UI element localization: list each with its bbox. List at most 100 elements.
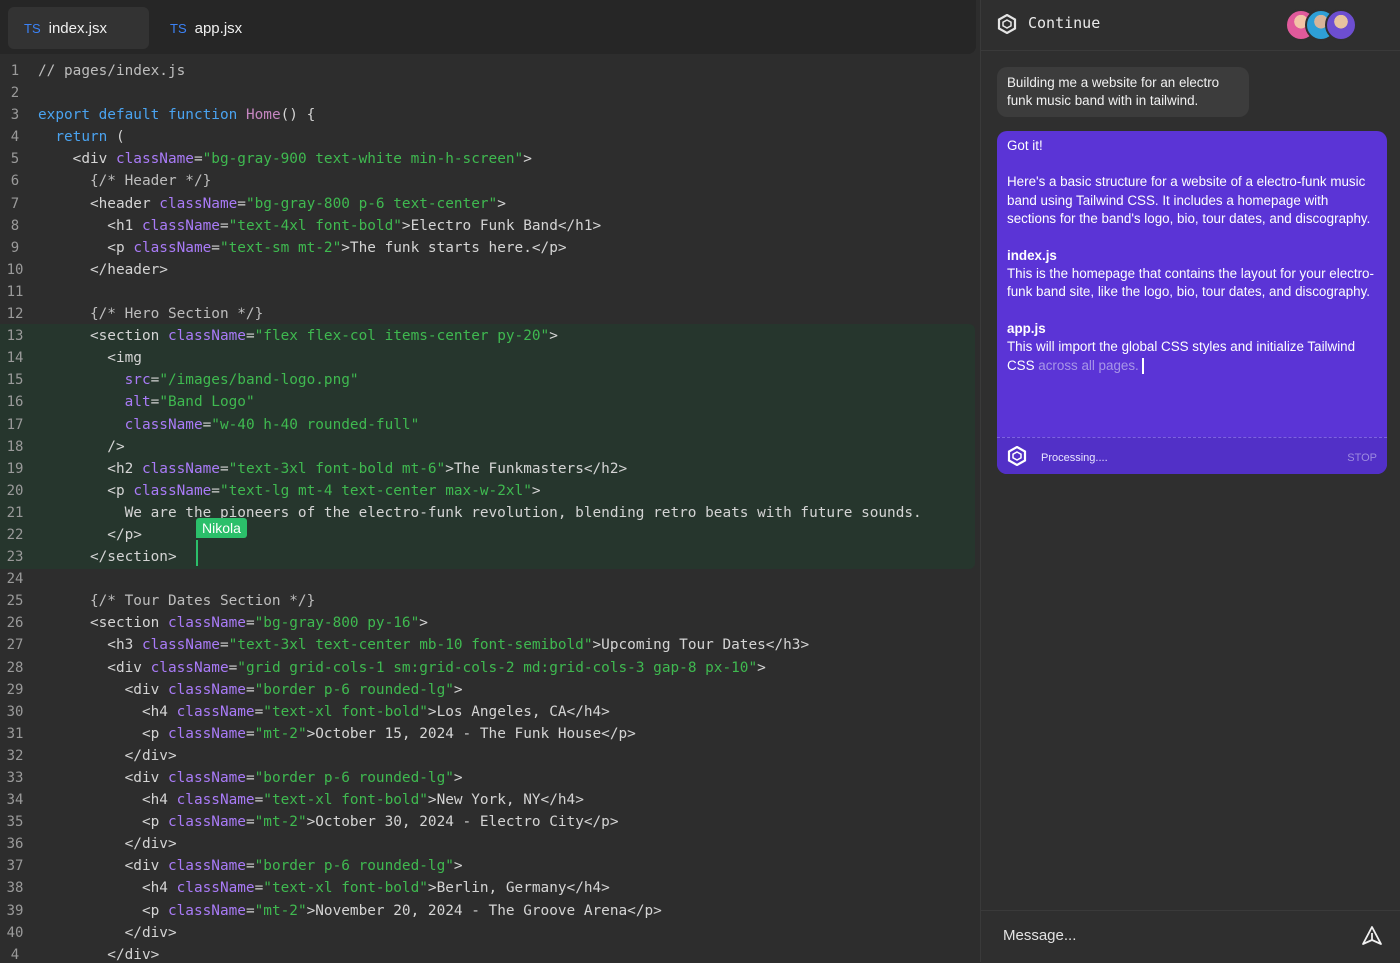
code-text[interactable]: </p> (38, 524, 142, 546)
code-line[interactable]: 15 src="/images/band-logo.png" (0, 369, 980, 391)
code-line[interactable]: 38 <h4 className="text-xl font-bold">Ber… (0, 877, 980, 899)
code-line[interactable]: 17 className="w-40 h-40 rounded-full" (0, 414, 980, 436)
code-line[interactable]: 33 <div className="border p-6 rounded-lg… (0, 767, 980, 789)
code-line[interactable]: 1 // pages/index.js (0, 60, 980, 82)
code-area[interactable]: 1// pages/index.js 2 3 export default funct… (0, 60, 980, 962)
code-line[interactable]: 12 {/* Hero Section */} (0, 303, 980, 325)
line-number: 26 (6, 615, 24, 632)
continue-logo-icon (997, 14, 1017, 34)
chat-header: Continue (981, 0, 1400, 51)
code-line[interactable]: 25 {/* Tour Dates Section */} (0, 590, 980, 612)
code-text[interactable]: className="w-40 h-40 rounded-full" (38, 414, 420, 436)
code-line[interactable]: 37 <div className="border p-6 rounded-lg… (0, 855, 980, 877)
code-text[interactable]: <section className="flex flex-col items-… (38, 325, 558, 347)
code-line[interactable]: 26 <section className="bg-gray-800 py-16… (0, 612, 980, 634)
code-line[interactable]: 4 return ( (0, 126, 980, 148)
tab-app-jsx[interactable]: TS app.jsx (154, 7, 274, 49)
code-line[interactable]: 27 <h3 className="text-3xl text-center m… (0, 634, 980, 656)
code-text[interactable]: alt="Band Logo" (38, 391, 255, 413)
code-text[interactable]: <p className="text-lg mt-4 text-center m… (38, 480, 540, 502)
code-text[interactable]: <div className="border p-6 rounded-lg"> (38, 855, 463, 877)
send-icon[interactable] (1361, 925, 1383, 947)
code-text[interactable]: <div className="grid grid-cols-1 sm:grid… (38, 657, 766, 679)
code-line[interactable]: 24 (0, 568, 980, 590)
stop-button[interactable]: STOP (1347, 449, 1377, 467)
collaborator-cursor (196, 540, 198, 566)
code-text[interactable]: <img (38, 347, 142, 369)
code-line[interactable]: 10 </header> (0, 259, 980, 281)
avatar-group[interactable] (1285, 9, 1365, 41)
tab-index-jsx[interactable]: TS index.jsx (8, 7, 149, 49)
code-text[interactable]: {/* Tour Dates Section */} (38, 590, 315, 612)
code-line[interactable]: 29 <div className="border p-6 rounded-lg… (0, 679, 980, 701)
code-line[interactable]: 34 <h4 className="text-xl font-bold">New… (0, 789, 980, 811)
code-text[interactable]: <h4 className="text-xl font-bold">New Yo… (38, 789, 584, 811)
code-text[interactable]: <h4 className="text-xl font-bold">Berlin… (38, 877, 610, 899)
code-text[interactable]: /> (38, 436, 124, 458)
code-text[interactable]: <h2 className="text-3xl font-bold mt-6">… (38, 458, 627, 480)
user-message: Building me a website for an electro fun… (997, 67, 1249, 117)
code-text[interactable]: </header> (38, 259, 168, 281)
code-line[interactable]: 13 <section className="flex flex-col ite… (0, 325, 980, 347)
code-line[interactable]: 16 alt="Band Logo" (0, 391, 980, 413)
chat-title: Continue (1028, 14, 1101, 32)
code-text[interactable]: </div> (38, 833, 177, 855)
code-line[interactable]: 19 <h2 className="text-3xl font-bold mt-… (0, 458, 980, 480)
code-line[interactable]: 9 <p className="text-sm mt-2">The funk s… (0, 237, 980, 259)
message-input[interactable] (1001, 926, 1345, 945)
code-line[interactable]: 22 </p> (0, 524, 980, 546)
code-text[interactable]: {/* Hero Section */} (38, 303, 263, 325)
code-line[interactable]: 18 /> (0, 436, 980, 458)
code-line[interactable]: 32 </div> (0, 745, 980, 767)
line-number: 4 (10, 946, 20, 962)
code-text[interactable]: <p className="mt-2">November 20, 2024 - … (38, 900, 662, 922)
line-number: 23 (6, 549, 24, 566)
code-line[interactable]: 4 </div> (0, 944, 980, 962)
avatar[interactable] (1325, 9, 1357, 41)
code-text[interactable]: <p className="text-sm mt-2">The funk sta… (38, 237, 566, 259)
code-text[interactable]: <div className="border p-6 rounded-lg"> (38, 767, 463, 789)
code-text[interactable]: </div> (38, 745, 177, 767)
code-line[interactable]: 20 <p className="text-lg mt-4 text-cente… (0, 480, 980, 502)
code-text[interactable]: src="/images/band-logo.png" (38, 369, 359, 391)
code-line[interactable]: 28 <div className="grid grid-cols-1 sm:g… (0, 657, 980, 679)
code-text[interactable]: <div className="border p-6 rounded-lg"> (38, 679, 463, 701)
code-line[interactable]: 2 (0, 82, 980, 104)
processing-status: Processing.... (1041, 452, 1108, 464)
code-text[interactable]: export default function Home() { (38, 104, 315, 126)
code-line[interactable]: 7 <header className="bg-gray-800 p-6 tex… (0, 193, 980, 215)
code-line[interactable]: 40 </div> (0, 922, 980, 944)
code-line[interactable]: 14 <img (0, 347, 980, 369)
code-text[interactable]: return ( (38, 126, 124, 148)
code-line[interactable]: 11 (0, 281, 980, 303)
code-line[interactable]: 39 <p className="mt-2">November 20, 2024… (0, 900, 980, 922)
code-line[interactable]: 35 <p className="mt-2">October 30, 2024 … (0, 811, 980, 833)
line-number: 7 (10, 195, 20, 212)
code-line[interactable]: 21 We are the pioneers of the electro-fu… (0, 502, 980, 524)
code-text[interactable]: </div> (38, 944, 159, 962)
processing-spinner-icon (1007, 446, 1027, 466)
tab-label: index.jsx (48, 19, 107, 37)
code-text[interactable]: <p className="mt-2">October 30, 2024 - E… (38, 811, 619, 833)
code-text[interactable]: <h3 className="text-3xl text-center mb-1… (38, 634, 809, 656)
code-text[interactable]: </section> (38, 546, 177, 568)
code-text[interactable]: <h4 className="text-xl font-bold">Los An… (38, 701, 610, 723)
code-text[interactable]: {/* Header */} (38, 170, 211, 192)
code-line[interactable]: 30 <h4 className="text-xl font-bold">Los… (0, 701, 980, 723)
code-line[interactable]: 31 <p className="mt-2">October 15, 2024 … (0, 723, 980, 745)
code-text[interactable]: <header className="bg-gray-800 p-6 text-… (38, 193, 506, 215)
code-line[interactable]: 23 </section> (0, 546, 980, 568)
code-line[interactable]: 6 {/* Header */} (0, 170, 980, 192)
code-editor[interactable]: TS index.jsx TS app.jsx 1 // pages/index.… (0, 0, 980, 962)
code-text[interactable]: <div className="bg-gray-900 text-white m… (38, 148, 532, 170)
code-line[interactable]: 3 export default function Home() { (0, 104, 980, 126)
code-text[interactable]: <p className="mt-2">October 15, 2024 - T… (38, 723, 636, 745)
code-line[interactable]: 36 </div> (0, 833, 980, 855)
code-text[interactable]: <section className="bg-gray-800 py-16"> (38, 612, 428, 634)
code-line[interactable]: 8 <h1 className="text-4xl font-bold">Ele… (0, 215, 980, 237)
code-text[interactable]: <h1 className="text-4xl font-bold">Elect… (38, 215, 601, 237)
code-text[interactable]: </div> (38, 922, 177, 944)
code-text[interactable]: We are the pioneers of the electro-funk … (38, 502, 922, 524)
code-line[interactable]: 5 <div className="bg-gray-900 text-white… (0, 148, 980, 170)
code-text[interactable]: // pages/index.js (38, 60, 185, 82)
